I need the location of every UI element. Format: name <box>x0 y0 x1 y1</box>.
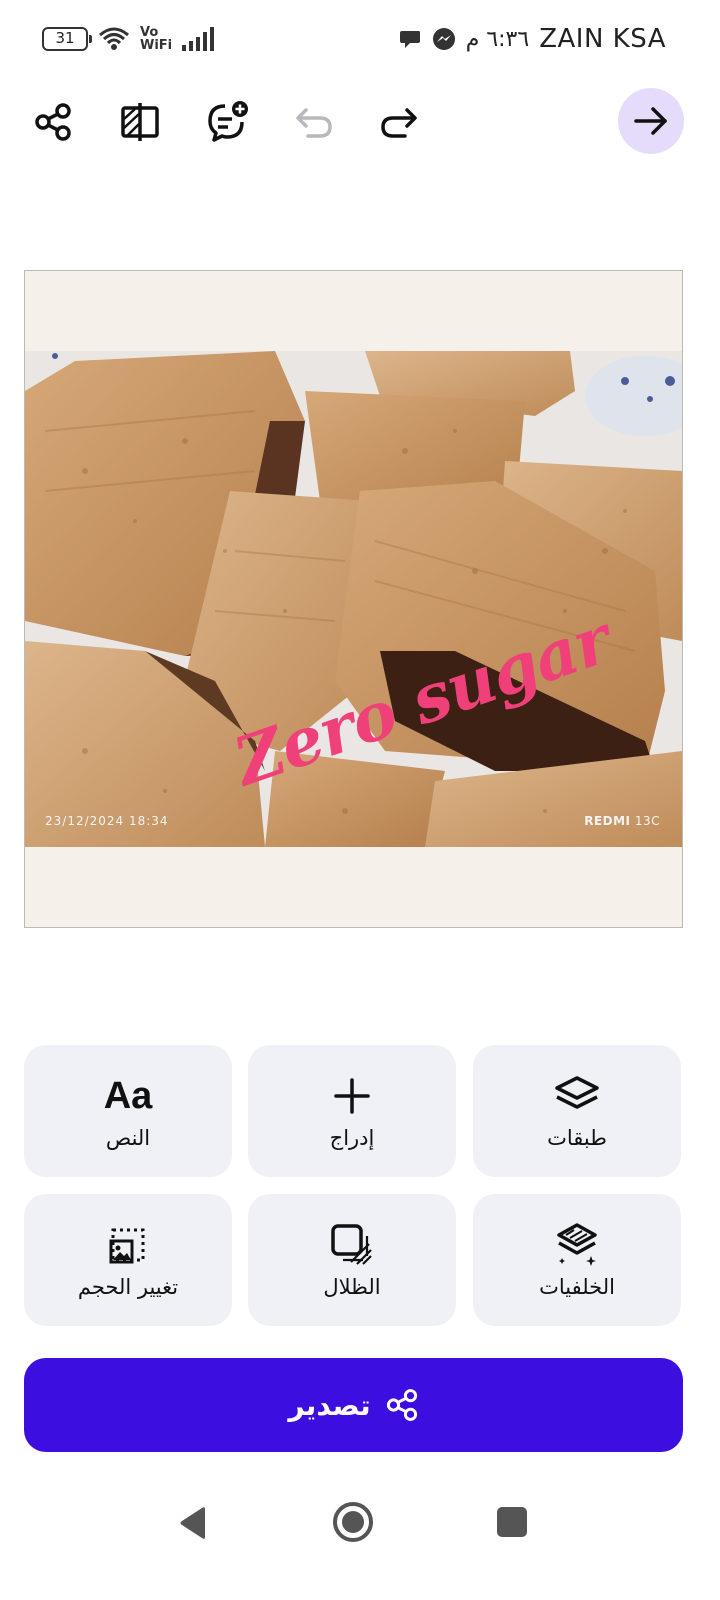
status-bar: 31 Vo WiFi ٦:٣٦ م ZAIN KSA <box>0 0 720 80</box>
back-icon[interactable] <box>178 1506 208 1540</box>
redo-button[interactable] <box>369 88 429 156</box>
camera-model: 13C <box>630 814 660 828</box>
chat-bubble-icon <box>399 31 420 48</box>
plus-icon <box>334 1078 370 1114</box>
tool-label: إدراج <box>329 1126 375 1150</box>
messenger-icon <box>432 28 455 50</box>
share-button[interactable] <box>23 88 83 156</box>
arrow-right-icon <box>634 107 667 135</box>
undo-icon <box>296 108 332 138</box>
tool-label: طبقات <box>547 1126 607 1150</box>
add-comment-icon <box>208 101 248 142</box>
carrier-name: ZAIN KSA <box>539 24 666 54</box>
shadows-icon <box>331 1224 372 1265</box>
system-nav-bar <box>0 1480 720 1570</box>
undo-button[interactable] <box>284 88 344 156</box>
compare-icon <box>121 103 159 141</box>
home-button[interactable] <box>333 1502 373 1542</box>
share-icon <box>386 1389 417 1421</box>
tool-label: تغيير الحجم <box>77 1275 179 1299</box>
export-label: تصدير <box>288 1388 371 1422</box>
layers-icon <box>555 1076 599 1109</box>
camera-watermark: REDMI 13C <box>584 814 660 828</box>
vowifi-indicator: Vo WiFi <box>140 26 172 52</box>
vowifi-line2: WiFi <box>140 38 173 53</box>
battery-indicator: 31 <box>42 27 92 51</box>
next-button[interactable] <box>618 88 684 154</box>
tool-shadows[interactable]: الظلال <box>248 1194 456 1326</box>
add-comment-button[interactable] <box>198 88 258 156</box>
wifi-icon <box>99 27 129 50</box>
camera-brand: REDMI <box>584 814 631 828</box>
editor-toolbar <box>0 88 720 156</box>
text-icon: Aa <box>103 1075 153 1117</box>
compare-button[interactable] <box>110 88 170 156</box>
home-icon <box>342 1511 364 1533</box>
signal-icon <box>182 27 215 51</box>
export-button[interactable]: تصدير <box>24 1358 683 1452</box>
tool-backgrounds[interactable]: الخلفيات <box>473 1194 681 1326</box>
tool-insert[interactable]: إدراج <box>248 1045 456 1177</box>
tool-label: الخلفيات <box>539 1275 615 1299</box>
design-canvas[interactable]: Zero sugar 23/12/2024 18:34 REDMI 13C <box>24 270 683 928</box>
share-icon <box>35 103 71 141</box>
tool-text[interactable]: Aa النص <box>24 1045 232 1177</box>
photo-timestamp: 23/12/2024 18:34 <box>45 814 169 828</box>
redo-icon <box>381 108 417 138</box>
backgrounds-icon <box>557 1223 597 1266</box>
tool-label: النص <box>105 1126 151 1150</box>
tool-label: الظلال <box>323 1275 381 1299</box>
cookies-photo-image <box>25 351 682 847</box>
tool-layers[interactable]: طبقات <box>473 1045 681 1177</box>
resize-icon <box>109 1228 145 1264</box>
clock: ٦:٣٦ م <box>465 26 530 52</box>
cookies-photo[interactable]: Zero sugar 23/12/2024 18:34 REDMI 13C <box>25 351 682 847</box>
status-right: ٦:٣٦ م ZAIN KSA <box>398 20 666 58</box>
status-left: 31 Vo WiFi <box>42 22 218 56</box>
tool-resize[interactable]: تغيير الحجم <box>24 1194 232 1326</box>
recents-button[interactable] <box>497 1507 527 1537</box>
